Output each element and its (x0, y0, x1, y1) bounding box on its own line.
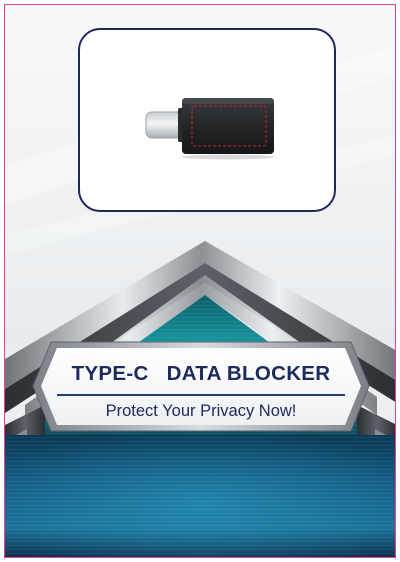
poster-page: TYPE-C DATA BLOCKER Protect Your Privacy… (0, 0, 400, 562)
banner-divider (57, 394, 345, 396)
banner-title: TYPE-C DATA BLOCKER (71, 362, 331, 385)
product-image-frame (78, 28, 336, 212)
title-banner: TYPE-C DATA BLOCKER Protect Your Privacy… (29, 338, 373, 435)
poster-card: TYPE-C DATA BLOCKER Protect Your Privacy… (4, 4, 396, 558)
usb-c-data-blocker-adapter-icon (145, 98, 274, 160)
banner-subtitle: Protect Your Privacy Now! (105, 402, 297, 420)
